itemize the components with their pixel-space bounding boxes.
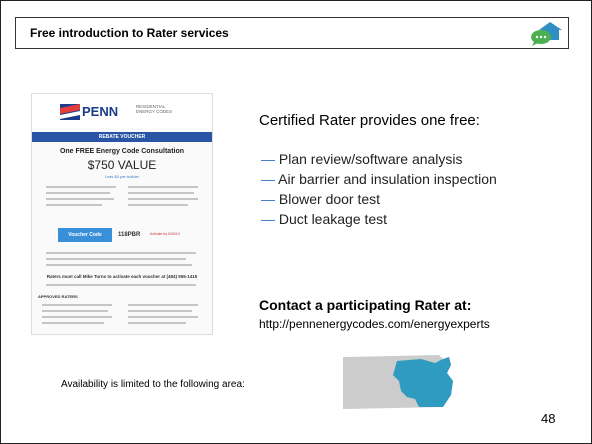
contact-url[interactable]: http://pennenergycodes.com/energyexperts xyxy=(259,317,490,331)
voucher-text-line xyxy=(46,284,196,286)
voucher-text-line xyxy=(46,264,192,266)
list-item-label: Blower door test xyxy=(278,191,381,207)
voucher-text-line xyxy=(42,304,112,306)
voucher-text-line xyxy=(128,322,186,324)
voucher-code-button: Voucher Code xyxy=(58,228,112,242)
voucher-text-line xyxy=(42,322,104,324)
list-item: — Duct leakage test xyxy=(261,209,551,229)
page-number: 48 xyxy=(541,411,556,426)
list-item-label: Plan review/software analysis xyxy=(278,151,463,167)
voucher-text-line xyxy=(46,186,116,188)
voucher-text-line xyxy=(128,198,198,200)
voucher-text-line xyxy=(128,310,192,312)
rebate-voucher-image: PENN RESIDENTIAL ENERGY CODES REBATE VOU… xyxy=(31,93,213,335)
voucher-text-line xyxy=(42,310,108,312)
voucher-value: $750 VALUE xyxy=(87,158,157,172)
voucher-code-note: Activate by 6/30/19 xyxy=(150,232,180,236)
list-item: — Air barrier and insulation inspection xyxy=(261,169,551,189)
voucher-cost-note: Less $0 per builder xyxy=(104,174,140,179)
voucher-band: REBATE VOUCHER xyxy=(32,132,212,142)
dash-icon: — xyxy=(261,211,275,227)
slide-title: Free introduction to Rater services xyxy=(30,26,229,40)
availability-text: Availability is limited to the following… xyxy=(61,379,245,390)
flag-icon xyxy=(60,104,80,120)
dash-icon: — xyxy=(261,191,275,207)
voucher-text-line xyxy=(46,258,186,260)
list-item: — Plan review/software analysis xyxy=(261,149,551,169)
services-heading: Certified Rater provides one free: xyxy=(259,112,480,129)
list-item-label: Duct leakage test xyxy=(278,211,388,227)
voucher-text-line xyxy=(46,192,110,194)
voucher-text-line xyxy=(46,204,102,206)
list-item: — Blower door test xyxy=(261,189,551,209)
voucher-brand-sub: RESIDENTIAL ENERGY CODES xyxy=(136,104,173,114)
voucher-header: PENN RESIDENTIAL ENERGY CODES xyxy=(32,94,212,128)
voucher-section-label: APPROVED RATERS xyxy=(38,294,78,299)
contact-heading: Contact a participating Rater at: xyxy=(259,297,472,313)
voucher-text-line xyxy=(128,186,198,188)
services-list: — Plan review/software analysis — Air ba… xyxy=(261,149,551,229)
voucher-text-line xyxy=(128,204,188,206)
title-bar: Free introduction to Rater services xyxy=(15,17,569,49)
voucher-text-line xyxy=(42,316,112,318)
dash-icon: — xyxy=(261,151,275,167)
voucher-bold-note: Raters must call Mike Turns to activate … xyxy=(46,274,198,279)
voucher-text-line xyxy=(128,192,194,194)
voucher-text-line xyxy=(46,198,114,200)
pennsylvania-map-icon xyxy=(343,355,453,409)
voucher-text-line xyxy=(46,252,196,254)
voucher-brand: PENN xyxy=(82,104,119,119)
slide: Free introduction to Rater services PENN… xyxy=(0,0,592,444)
list-item-label: Air barrier and insulation inspection xyxy=(278,171,497,187)
voucher-text-line xyxy=(128,316,198,318)
voucher-code: 118PBR xyxy=(118,232,141,238)
house-chat-logo-icon xyxy=(531,22,562,46)
dash-icon: — xyxy=(261,171,275,187)
voucher-offer: One FREE Energy Code Consultation xyxy=(59,148,185,155)
voucher-text-line xyxy=(128,304,198,306)
